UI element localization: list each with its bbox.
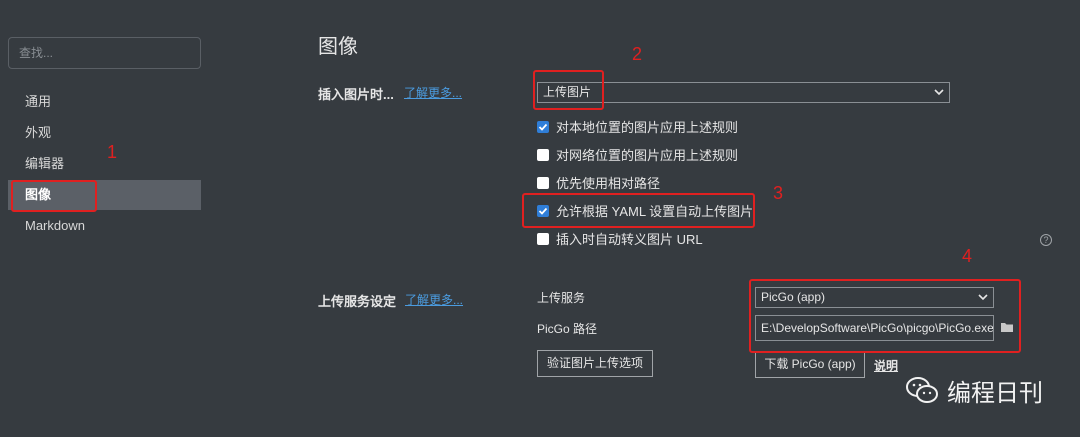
annotation-box-3 — [522, 193, 755, 228]
sidebar-item-editor[interactable]: 编辑器 — [8, 149, 201, 179]
annotation-number-1: 1 — [107, 142, 118, 162]
option-relative-path[interactable]: 优先使用相对路径 — [537, 174, 660, 194]
option-label: 优先使用相对路径 — [556, 176, 661, 191]
annotation-box-1 — [11, 180, 97, 212]
insert-image-label: 插入图片时... — [318, 87, 394, 102]
wechat-icon — [906, 377, 938, 403]
sidebar-item-markdown[interactable]: Markdown — [8, 211, 201, 241]
option-escape-url[interactable]: 插入时自动转义图片 URL — [537, 230, 703, 250]
checkbox-checked-icon[interactable] — [537, 121, 549, 133]
annotation-number-2: 2 — [632, 44, 643, 64]
download-picgo-button[interactable]: 下载 PicGo (app) — [755, 351, 865, 378]
page-title: 图像 — [318, 36, 358, 58]
annotation-box-2 — [533, 70, 604, 110]
option-label: 对本地位置的图片应用上述规则 — [556, 120, 739, 135]
insert-image-learn-more-link[interactable]: 了解更多... — [404, 84, 462, 101]
checkbox-unchecked-icon[interactable] — [537, 177, 549, 189]
search-input[interactable] — [19, 46, 190, 60]
annotation-number-4: 4 — [962, 246, 973, 266]
checkbox-unchecked-icon[interactable] — [537, 233, 549, 245]
sidebar-item-appearance[interactable]: 外观 — [8, 118, 201, 148]
path-field-label: PicGo 路径 — [537, 322, 598, 336]
verify-upload-button[interactable]: 验证图片上传选项 — [537, 350, 653, 377]
option-apply-network[interactable]: 对网络位置的图片应用上述规则 — [537, 146, 738, 166]
sidebar-item-general[interactable]: 通用 — [8, 87, 201, 117]
annotation-box-4 — [749, 279, 1021, 353]
option-label: 插入时自动转义图片 URL — [556, 232, 703, 247]
watermark-text: 编程日刊 — [947, 378, 1043, 407]
help-icon[interactable]: ? — [1040, 234, 1052, 246]
upload-service-label: 上传服务设定 — [318, 294, 397, 309]
service-field-label: 上传服务 — [537, 291, 586, 305]
option-apply-local[interactable]: 对本地位置的图片应用上述规则 — [537, 118, 738, 138]
annotation-number-3: 3 — [773, 183, 784, 203]
checkbox-unchecked-icon[interactable] — [537, 149, 549, 161]
option-label: 对网络位置的图片应用上述规则 — [556, 148, 739, 163]
chevron-down-icon — [934, 89, 944, 96]
upload-service-learn-more-link[interactable]: 了解更多... — [405, 291, 463, 308]
help-link[interactable]: 说明 — [874, 357, 898, 374]
search-box[interactable] — [8, 37, 201, 69]
watermark: 编程日刊 — [905, 372, 1043, 408]
